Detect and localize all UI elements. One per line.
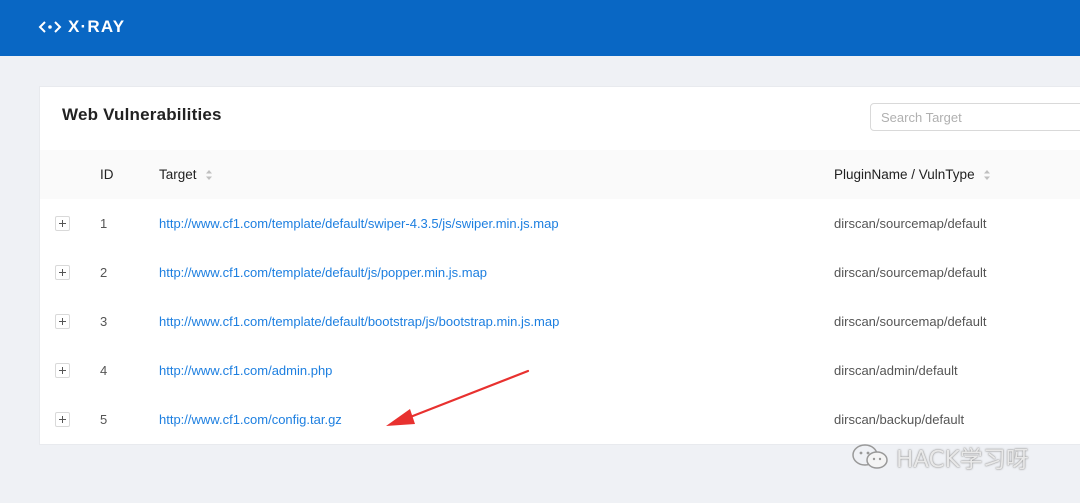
- wechat-icon: [852, 444, 888, 469]
- sort-icon[interactable]: [205, 169, 213, 181]
- column-header-id: ID: [100, 150, 114, 199]
- table-row: 2 http://www.cf1.com/template/default/js…: [40, 248, 1080, 298]
- vulnerabilities-panel: Web Vulnerabilities ID Target PluginName…: [40, 87, 1080, 444]
- table-row: 5 http://www.cf1.com/config.tar.gz dirsc…: [40, 395, 1080, 444]
- table-header: ID Target PluginName / VulnType: [40, 150, 1080, 200]
- column-header-target-label: Target: [159, 167, 197, 182]
- column-header-plugin-label: PluginName / VulnType: [834, 167, 975, 182]
- plugin-vulntype: dirscan/admin/default: [834, 363, 958, 378]
- column-header-plugin[interactable]: PluginName / VulnType: [834, 150, 991, 199]
- target-link[interactable]: http://www.cf1.com/template/default/js/p…: [159, 248, 487, 297]
- xray-logo[interactable]: X·RAY: [38, 16, 125, 38]
- top-navigation-bar: X·RAY: [0, 0, 1080, 56]
- expand-row-icon[interactable]: [55, 412, 70, 427]
- plugin-vulntype: dirscan/sourcemap/default: [834, 314, 987, 329]
- column-header-id-label: ID: [100, 167, 114, 182]
- target-link[interactable]: http://www.cf1.com/config.tar.gz: [159, 395, 342, 444]
- search-target-input[interactable]: [870, 103, 1080, 131]
- row-id: 2: [100, 265, 108, 280]
- watermark: HACK学习呀: [850, 440, 1029, 474]
- plugin-vulntype: dirscan/backup/default: [834, 412, 965, 427]
- row-id: 4: [100, 363, 108, 378]
- expand-row-icon[interactable]: [55, 216, 70, 231]
- row-id: 5: [100, 412, 108, 427]
- code-brackets-icon: [38, 21, 62, 33]
- expand-row-icon[interactable]: [55, 363, 70, 378]
- expand-row-icon[interactable]: [55, 265, 70, 280]
- table-row: 1 http://www.cf1.com/template/default/sw…: [40, 199, 1080, 249]
- logo-text: X·RAY: [68, 17, 126, 36]
- table-row: 4 http://www.cf1.com/admin.php dirscan/a…: [40, 346, 1080, 396]
- column-header-target[interactable]: Target: [159, 150, 213, 199]
- expand-row-icon[interactable]: [55, 314, 70, 329]
- sort-icon[interactable]: [983, 169, 991, 181]
- target-link[interactable]: http://www.cf1.com/admin.php: [159, 346, 332, 395]
- target-link[interactable]: http://www.cf1.com/template/default/swip…: [159, 199, 559, 248]
- row-id: 1: [100, 216, 108, 231]
- row-id: 3: [100, 314, 108, 329]
- watermark-text: HACK学习呀: [896, 447, 1029, 473]
- plugin-vulntype: dirscan/sourcemap/default: [834, 216, 987, 231]
- table-row: 3 http://www.cf1.com/template/default/bo…: [40, 297, 1080, 347]
- plugin-vulntype: dirscan/sourcemap/default: [834, 265, 987, 280]
- page-title: Web Vulnerabilities: [62, 105, 222, 124]
- target-link[interactable]: http://www.cf1.com/template/default/boot…: [159, 297, 559, 346]
